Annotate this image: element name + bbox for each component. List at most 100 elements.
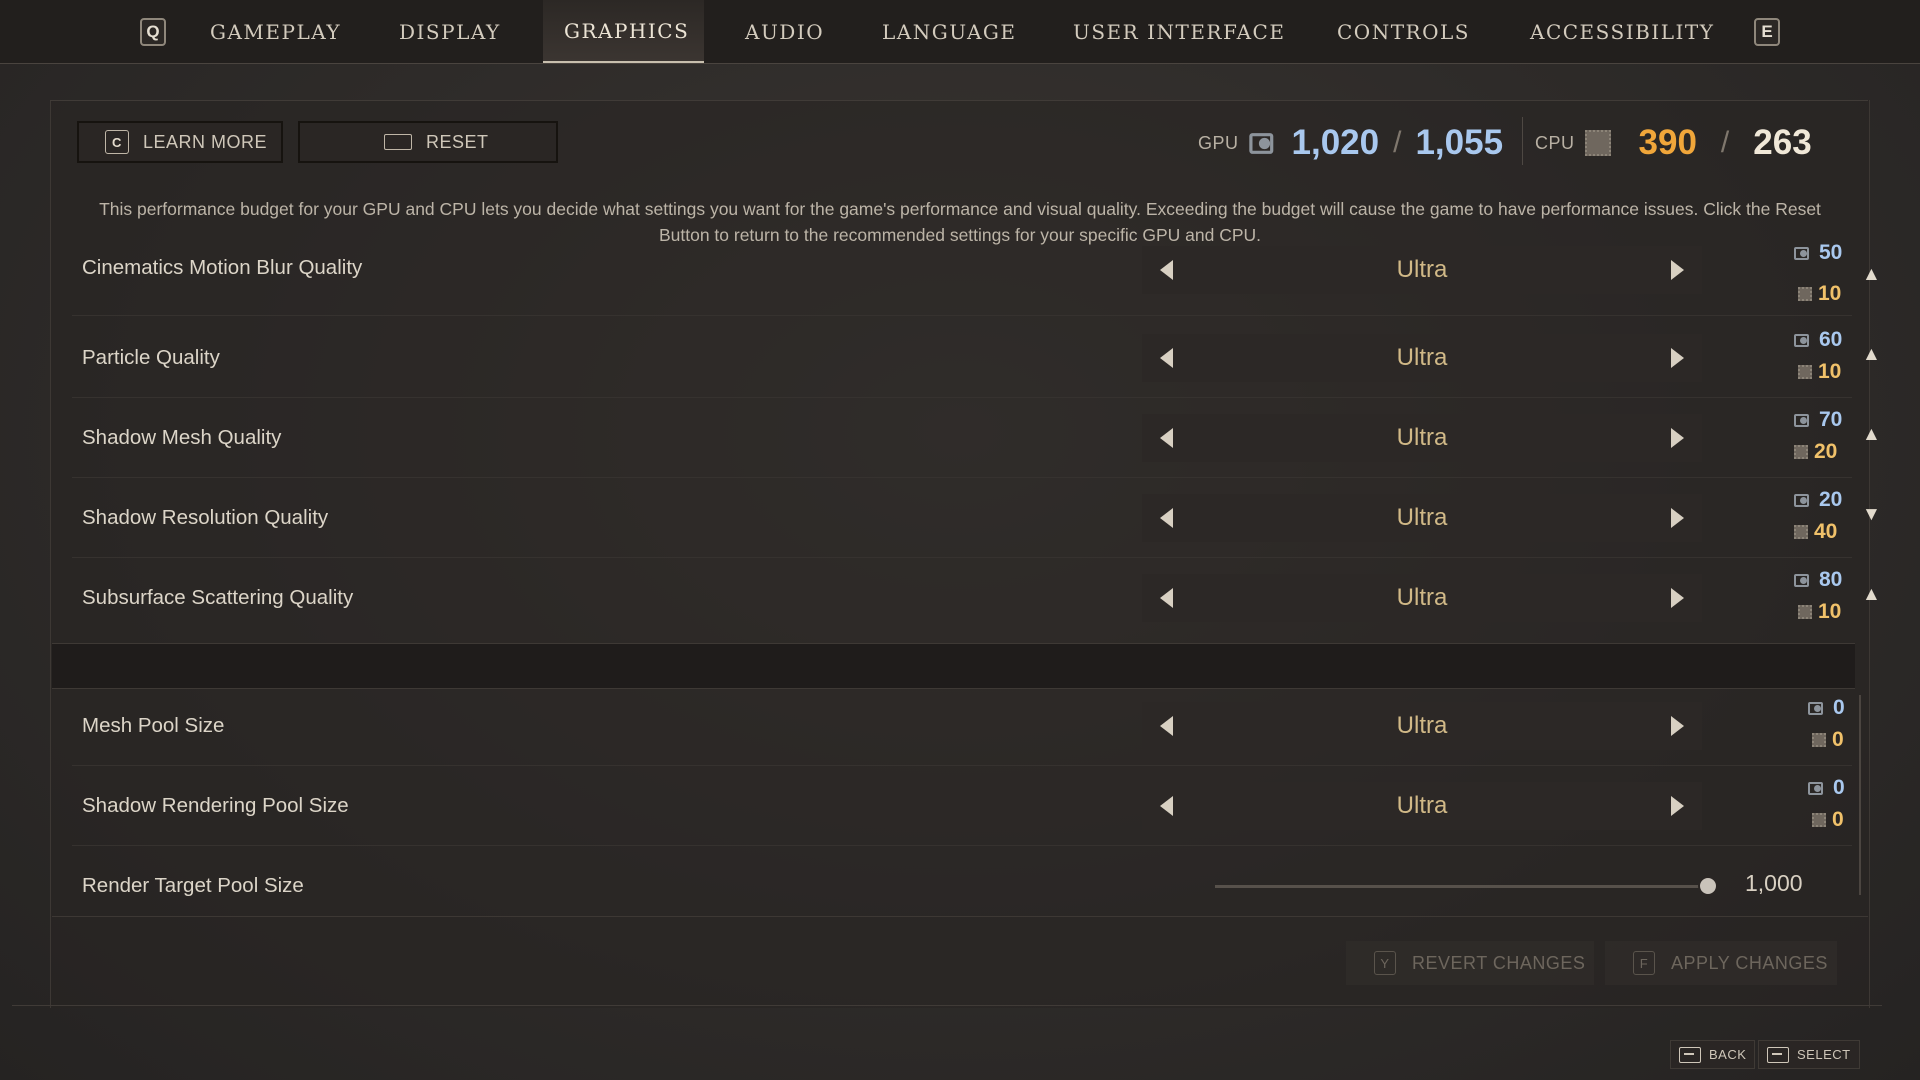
- value-selector[interactable]: Ultra: [1142, 414, 1702, 462]
- next-value-arrow[interactable]: [1654, 334, 1702, 382]
- cpu-icon: [1798, 605, 1812, 619]
- tab-graphics[interactable]: GRAPHICS: [543, 0, 704, 63]
- apply-changes-label: APPLY CHANGES: [1671, 952, 1828, 973]
- settings-tab-bar: Q GAMEPLAY DISPLAY GRAPHICS AUDIO LANGUA…: [0, 0, 1920, 64]
- prev-value-arrow[interactable]: [1142, 702, 1190, 750]
- arrow-right-icon: [1671, 508, 1685, 528]
- cost-readout: 0 0: [1742, 686, 1845, 766]
- gpu-cost: 0: [1808, 776, 1845, 800]
- tab-audio[interactable]: AUDIO: [724, 0, 845, 63]
- cost-up-icon: ▲: [1862, 344, 1881, 365]
- render-target-slider-handle[interactable]: [1698, 876, 1718, 896]
- tab-display[interactable]: DISPLAY: [378, 0, 522, 63]
- gpu-cost-value: 70: [1819, 408, 1843, 431]
- cost-readout: 60 10 ▲: [1742, 318, 1881, 398]
- gpu-icon: [1794, 246, 1813, 260]
- next-value-arrow[interactable]: [1654, 574, 1702, 622]
- budget-divider: [1522, 117, 1523, 165]
- setting-row-shadow-rendering-pool-size[interactable]: Shadow Rendering Pool Size Ultra 0 0: [52, 766, 1852, 846]
- tab-accessibility[interactable]: ACCESSIBILITY: [1509, 0, 1735, 63]
- tab-gameplay[interactable]: GAMEPLAY: [189, 0, 362, 63]
- prev-tab-key[interactable]: Q: [140, 18, 166, 46]
- setting-name: Render Target Pool Size: [82, 874, 304, 897]
- learn-more-button[interactable]: C LEARN MORE: [77, 121, 283, 163]
- revert-changes-button[interactable]: Y REVERT CHANGES: [1346, 941, 1594, 985]
- gpu-icon: [1794, 333, 1813, 347]
- prev-value-arrow[interactable]: [1142, 782, 1190, 830]
- next-value-arrow[interactable]: [1654, 782, 1702, 830]
- revert-changes-label: REVERT CHANGES: [1412, 952, 1586, 973]
- value-selector[interactable]: Ultra: [1142, 246, 1702, 294]
- reset-key-icon: [384, 134, 412, 150]
- revert-key: Y: [1374, 951, 1396, 975]
- gpu-cost: 0: [1808, 696, 1845, 720]
- value-selector[interactable]: Ultra: [1142, 574, 1702, 622]
- next-value-arrow[interactable]: [1654, 494, 1702, 542]
- apply-changes-button[interactable]: F APPLY CHANGES: [1605, 941, 1837, 985]
- enter-key-icon: [1767, 1046, 1789, 1063]
- arrow-left-icon: [1159, 260, 1173, 280]
- cpu-icon: [1812, 733, 1826, 747]
- setting-row-cinematics-motion-blur[interactable]: Cinematics Motion Blur Quality Ultra 50 …: [52, 238, 1881, 316]
- arrow-right-icon: [1671, 796, 1685, 816]
- cpu-cost-value: 10: [1818, 600, 1842, 623]
- gpu-cost-value: 80: [1819, 568, 1843, 591]
- gpu-cost-value: 0: [1833, 696, 1845, 719]
- next-value-arrow[interactable]: [1654, 414, 1702, 462]
- prev-value-arrow[interactable]: [1142, 334, 1190, 382]
- back-hint[interactable]: BACK: [1670, 1040, 1756, 1069]
- cpu-cost-value: 10: [1818, 282, 1842, 305]
- tab-controls[interactable]: CONTROLS: [1316, 0, 1491, 63]
- value-selector[interactable]: Ultra: [1142, 702, 1702, 750]
- tab-language[interactable]: LANGUAGE: [861, 0, 1037, 63]
- setting-name: Mesh Pool Size: [82, 714, 225, 737]
- gpu-icon: [1794, 413, 1813, 427]
- arrow-right-icon: [1671, 428, 1685, 448]
- prev-value-arrow[interactable]: [1142, 414, 1190, 462]
- cpu-icon: [1794, 445, 1808, 459]
- next-value-arrow[interactable]: [1654, 702, 1702, 750]
- cost-readout: 0 0: [1742, 766, 1845, 846]
- cpu-cost: 10: [1798, 282, 1841, 306]
- select-hint[interactable]: SELECT: [1758, 1040, 1860, 1069]
- value-selector[interactable]: Ultra: [1142, 782, 1702, 830]
- footer-divider: [52, 916, 1868, 917]
- prev-value-arrow[interactable]: [1142, 574, 1190, 622]
- gpu-used-value: 1,020: [1291, 123, 1380, 162]
- next-tab-key[interactable]: E: [1754, 18, 1780, 46]
- cost-down-icon: ▼: [1862, 504, 1881, 525]
- setting-row-shadow-resolution-quality[interactable]: Shadow Resolution Quality Ultra 20 40 ▼: [52, 478, 1881, 558]
- reset-button[interactable]: RESET: [298, 121, 558, 163]
- panel-top-divider: [50, 100, 1868, 101]
- prev-value-arrow[interactable]: [1142, 246, 1190, 294]
- arrow-right-icon: [1671, 260, 1685, 280]
- next-value-arrow[interactable]: [1654, 246, 1702, 294]
- learn-more-label: LEARN MORE: [143, 131, 268, 152]
- cpu-cost: 10: [1798, 360, 1841, 384]
- panel-bottom-divider: [12, 1005, 1882, 1006]
- gpu-cost-value: 0: [1833, 776, 1845, 799]
- setting-row-subsurface-scattering-quality[interactable]: Subsurface Scattering Quality Ultra 80 1…: [52, 558, 1881, 638]
- settings-scrollbar[interactable]: [1859, 695, 1861, 895]
- tab-user-interface[interactable]: USER INTERFACE: [1052, 0, 1306, 63]
- cost-up-icon: ▲: [1862, 264, 1881, 285]
- selected-value: Ultra: [1396, 256, 1448, 283]
- render-target-slider-track[interactable]: [1215, 885, 1710, 888]
- row-divider: [72, 315, 1852, 316]
- setting-row-shadow-mesh-quality[interactable]: Shadow Mesh Quality Ultra 70 20 ▲: [52, 398, 1881, 478]
- render-target-value: 1,000: [1745, 870, 1803, 896]
- setting-row-particle-quality[interactable]: Particle Quality Ultra 60 10 ▲: [52, 318, 1881, 398]
- gpu-icon: [1794, 573, 1813, 587]
- arrow-left-icon: [1159, 428, 1173, 448]
- value-selector[interactable]: Ultra: [1142, 334, 1702, 382]
- setting-row-mesh-pool-size[interactable]: Mesh Pool Size Ultra 0 0: [52, 686, 1852, 766]
- gpu-max-value: 1,055: [1415, 123, 1504, 162]
- gpu-budget: GPU 1,020 / 1,055: [1198, 118, 1503, 168]
- gpu-icon: [1248, 132, 1279, 154]
- arrow-left-icon: [1159, 716, 1173, 736]
- prev-value-arrow[interactable]: [1142, 494, 1190, 542]
- value-selector[interactable]: Ultra: [1142, 494, 1702, 542]
- cpu-cost-value: 0: [1832, 728, 1844, 751]
- cpu-cost: 40: [1794, 520, 1837, 544]
- selected-value: Ultra: [1396, 712, 1448, 739]
